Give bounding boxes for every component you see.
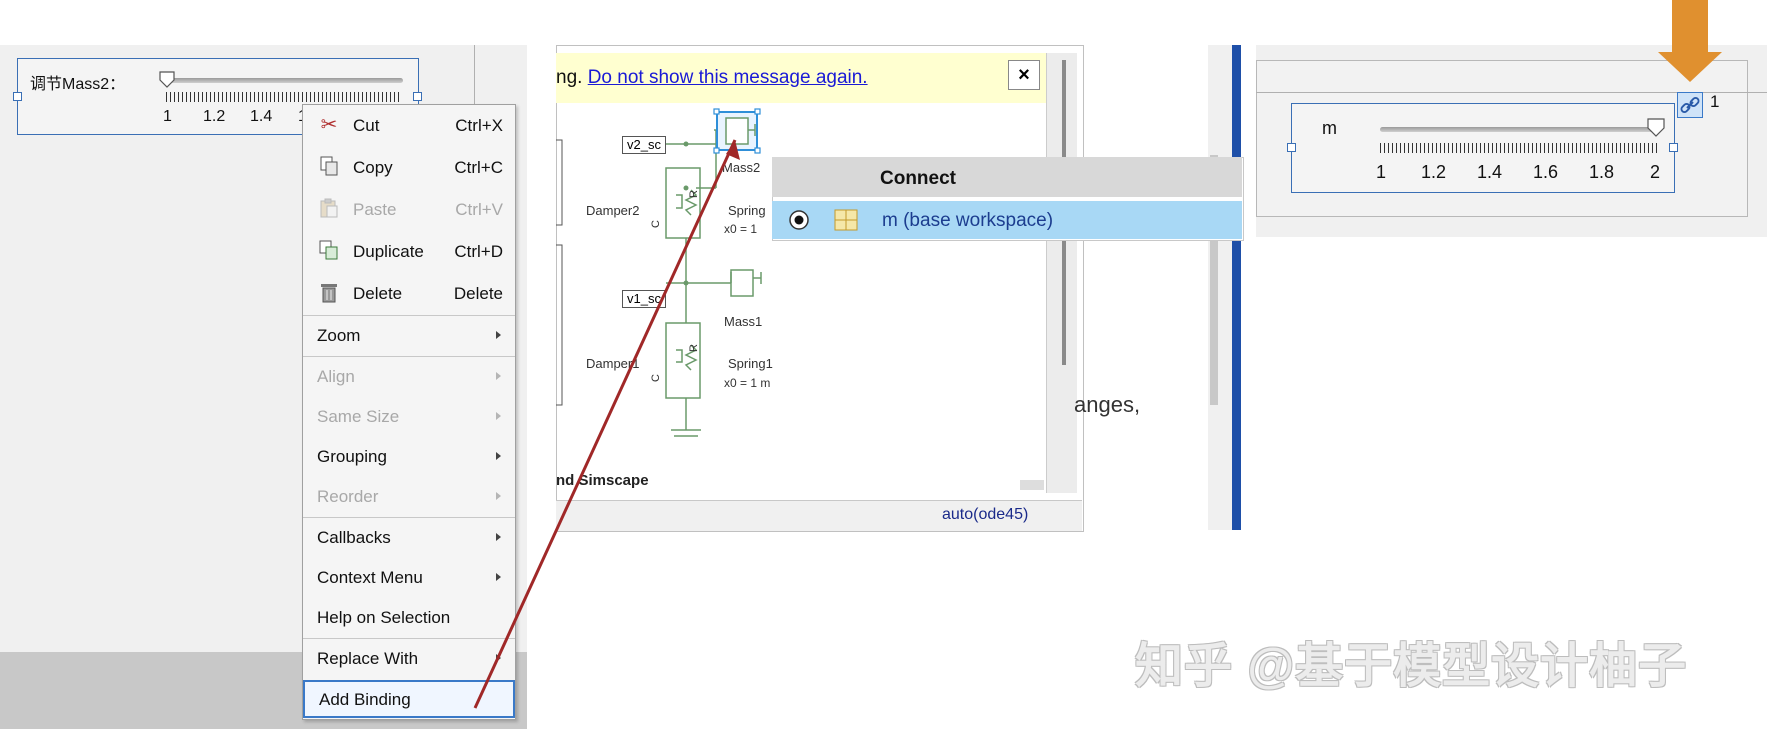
menu-item-align[interactable]: Align — [303, 358, 515, 394]
solver-label[interactable]: auto(ode45) — [942, 506, 1028, 524]
connect-row-label: m (base workspace) — [882, 210, 1054, 231]
workspace-variable-icon — [834, 209, 858, 231]
menu-item-grouping[interactable]: Grouping — [303, 438, 515, 474]
binding-link-button[interactable] — [1677, 92, 1703, 118]
mass1-label: Mass1 — [724, 314, 763, 329]
highlight-arrow — [1672, 0, 1708, 60]
trash-icon — [317, 281, 341, 305]
context-menu: ✂ Cut Ctrl+X Copy Ctrl+C Paste Ctrl+V Du… — [302, 104, 516, 720]
menu-item-reorder[interactable]: Reorder — [303, 478, 515, 514]
banner-text: ng. Do not show this message again. — [556, 67, 868, 88]
tick-label: 1.2 — [1421, 162, 1447, 182]
watermark: 知乎 @基于模型设计柚子 — [1135, 640, 1688, 693]
highlight-arrow-head — [1658, 52, 1722, 82]
close-banner-button[interactable]: × — [1008, 60, 1040, 90]
slider-track[interactable] — [1380, 127, 1655, 132]
damper1-label: Damper1 — [586, 356, 640, 371]
link-icon — [1680, 97, 1700, 113]
paste-icon — [317, 197, 341, 221]
menu-item-delete[interactable]: Delete Delete — [303, 275, 515, 311]
dont-show-again-link[interactable]: Do not show this message again. — [588, 67, 868, 88]
tick-label: 1.8 — [1589, 162, 1615, 182]
menu-item-help-on-selection[interactable]: Help on Selection — [303, 599, 515, 635]
menu-item-context-menu[interactable]: Context Menu — [303, 559, 515, 595]
submenu-arrow-icon — [496, 331, 501, 339]
resize-handle-right[interactable] — [413, 92, 422, 101]
radio-selected-icon[interactable] — [788, 209, 810, 231]
spring1-x0: x0 = 1 m — [724, 376, 771, 390]
tick-label: 1.2 — [203, 108, 226, 125]
submenu-arrow-icon — [496, 533, 501, 541]
tick-label: 1.4 — [1477, 162, 1503, 182]
goto-tag-v2[interactable]: v2_sc — [622, 136, 666, 154]
slider-thumb[interactable] — [158, 70, 178, 90]
menu-separator — [303, 517, 515, 518]
spring1-label: Spring1 — [728, 356, 773, 371]
menu-item-copy[interactable]: Copy Ctrl+C — [303, 149, 515, 185]
submenu-arrow-icon — [496, 372, 501, 380]
damper2-label: Damper2 — [586, 203, 640, 218]
slider-ticks — [166, 92, 401, 102]
spring2-label: Spring — [728, 203, 766, 218]
menu-item-duplicate[interactable]: Duplicate Ctrl+D — [303, 233, 515, 269]
slider-ticks — [1380, 143, 1658, 153]
submenu-arrow-icon — [496, 412, 501, 420]
slider-track[interactable] — [163, 78, 403, 83]
menu-item-zoom[interactable]: Zoom — [303, 317, 515, 353]
tick-label: 1.6 — [1533, 162, 1559, 182]
resize-handle-left[interactable] — [13, 92, 22, 101]
duplicate-icon — [317, 239, 341, 263]
goto-tag-v1[interactable]: v1_sc — [622, 290, 666, 308]
slider-thumb[interactable] — [1646, 117, 1668, 139]
tick-label: 1.4 — [250, 108, 273, 125]
menu-item-add-binding[interactable]: Add Binding — [303, 680, 515, 718]
scissors-icon: ✂ — [320, 114, 338, 136]
spring2-x0: x0 = 1 — [724, 222, 758, 236]
tick-label: 2 — [1650, 162, 1661, 182]
resize-handle-right[interactable] — [1669, 143, 1678, 152]
menu-item-cut[interactable]: ✂ Cut Ctrl+X — [303, 107, 515, 143]
menu-separator — [303, 356, 515, 357]
damper1-c-port: C — [649, 374, 662, 382]
slider-label: m — [1322, 118, 1337, 138]
spring1-r-port: R — [687, 344, 700, 352]
resize-handle-left[interactable] — [1287, 143, 1296, 152]
doc-text-fragment: anges, — [1074, 392, 1141, 417]
submenu-arrow-icon — [496, 492, 501, 500]
menu-item-same-size[interactable]: Same Size — [303, 398, 515, 434]
menu-item-replace-with[interactable]: Replace With — [303, 640, 515, 676]
binding-count: 1 — [1710, 92, 1720, 111]
mass2-label: Mass2 — [722, 160, 761, 175]
menu-separator — [303, 315, 515, 316]
menu-item-callbacks[interactable]: Callbacks — [303, 519, 515, 555]
connect-header-bar — [772, 157, 1242, 197]
submenu-arrow-icon — [496, 654, 501, 662]
doc-blue-edge — [1232, 45, 1241, 530]
slider-label: 调节Mass2： — [30, 76, 126, 93]
menu-separator — [303, 638, 515, 639]
submenu-arrow-icon — [496, 573, 501, 581]
submenu-arrow-icon — [496, 452, 501, 460]
tick-label: 1 — [163, 108, 172, 125]
copy-icon — [317, 155, 341, 179]
damper2-c-port: C — [649, 220, 662, 228]
spring2-r-port: R — [687, 190, 700, 198]
tick-label: 1 — [1376, 162, 1387, 182]
connect-header: Connect — [880, 168, 956, 189]
menu-item-paste[interactable]: Paste Ctrl+V — [303, 191, 515, 227]
